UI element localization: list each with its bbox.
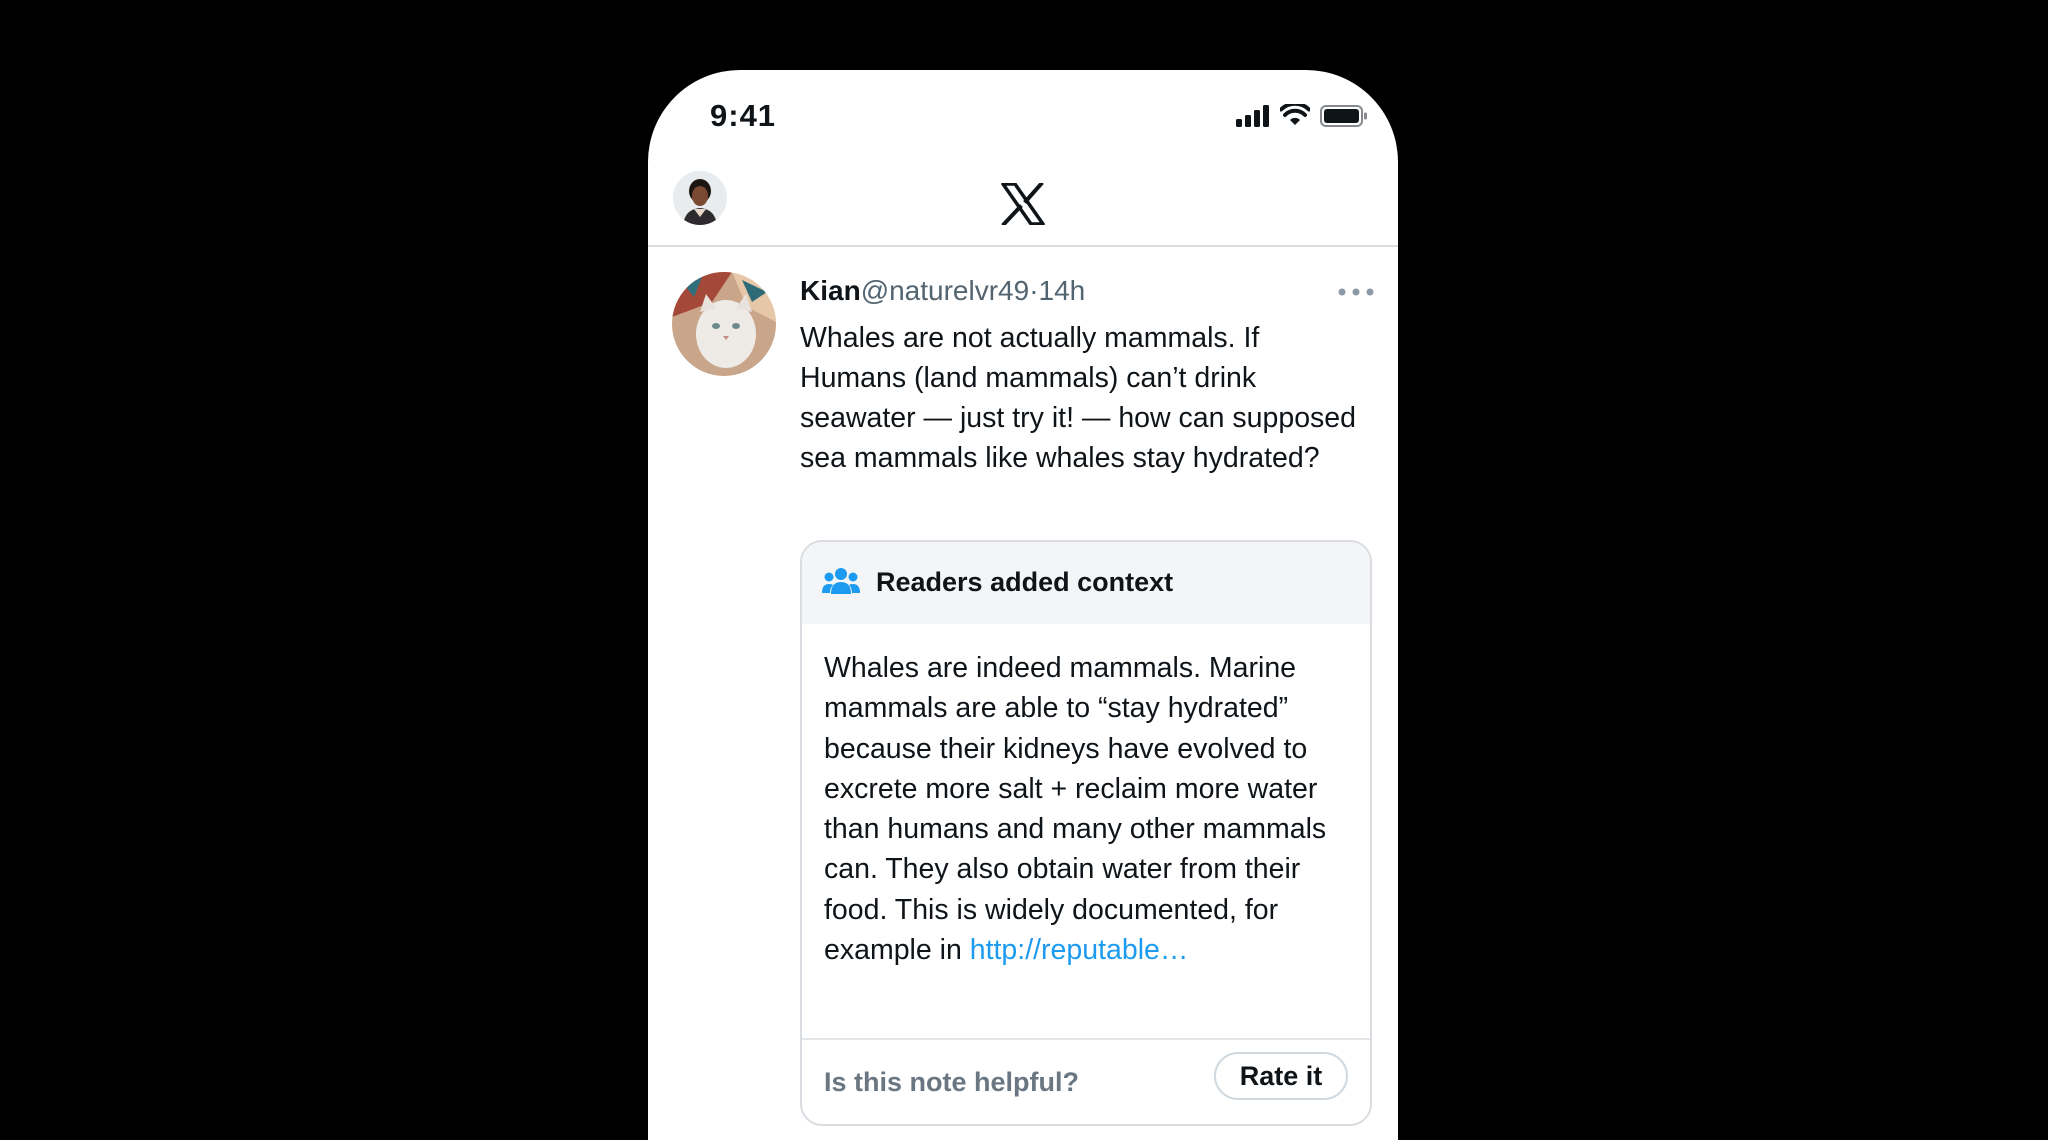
note-title: Readers added context	[876, 567, 1174, 597]
note-body: Whales are indeed mammals. Marine mammal…	[824, 648, 1354, 970]
more-options-icon[interactable]	[1336, 286, 1376, 298]
profile-avatar[interactable]	[673, 171, 727, 225]
community-note-card: Readers added context Whales are indeed …	[800, 540, 1372, 1126]
cellular-signal-icon	[1236, 105, 1269, 127]
status-icons	[1236, 104, 1368, 128]
note-source-link[interactable]: http://reputable…	[970, 934, 1189, 966]
tweet-text: Whales are not actually mammals. If Huma…	[800, 322, 1357, 474]
header-separator: ·	[1029, 275, 1039, 306]
tweet-author-avatar[interactable]	[672, 272, 776, 376]
note-helpful-question: Is this note helpful?	[824, 1067, 1079, 1097]
author-handle[interactable]: @naturelvr49	[861, 275, 1030, 306]
note-header: Readers added context	[802, 542, 1370, 624]
people-icon	[822, 568, 860, 594]
wifi-icon	[1280, 104, 1310, 125]
tweet-time[interactable]: 14h	[1039, 275, 1086, 306]
x-logo-icon[interactable]	[1001, 183, 1045, 225]
nav-divider	[648, 245, 1398, 247]
author-name[interactable]: Kian	[800, 275, 861, 306]
note-text: Whales are indeed mammals. Marine mammal…	[824, 652, 1327, 967]
note-divider	[802, 1038, 1370, 1040]
tweet-header: Kian@naturelvr49·14h	[800, 274, 1085, 308]
status-time: 9:41	[710, 98, 777, 133]
battery-icon	[1320, 105, 1367, 127]
phone-screen: 9:41 Kian@naturelvr49·14h Whales are not…	[648, 70, 1398, 1140]
rate-it-button[interactable]: Rate it	[1214, 1052, 1348, 1100]
